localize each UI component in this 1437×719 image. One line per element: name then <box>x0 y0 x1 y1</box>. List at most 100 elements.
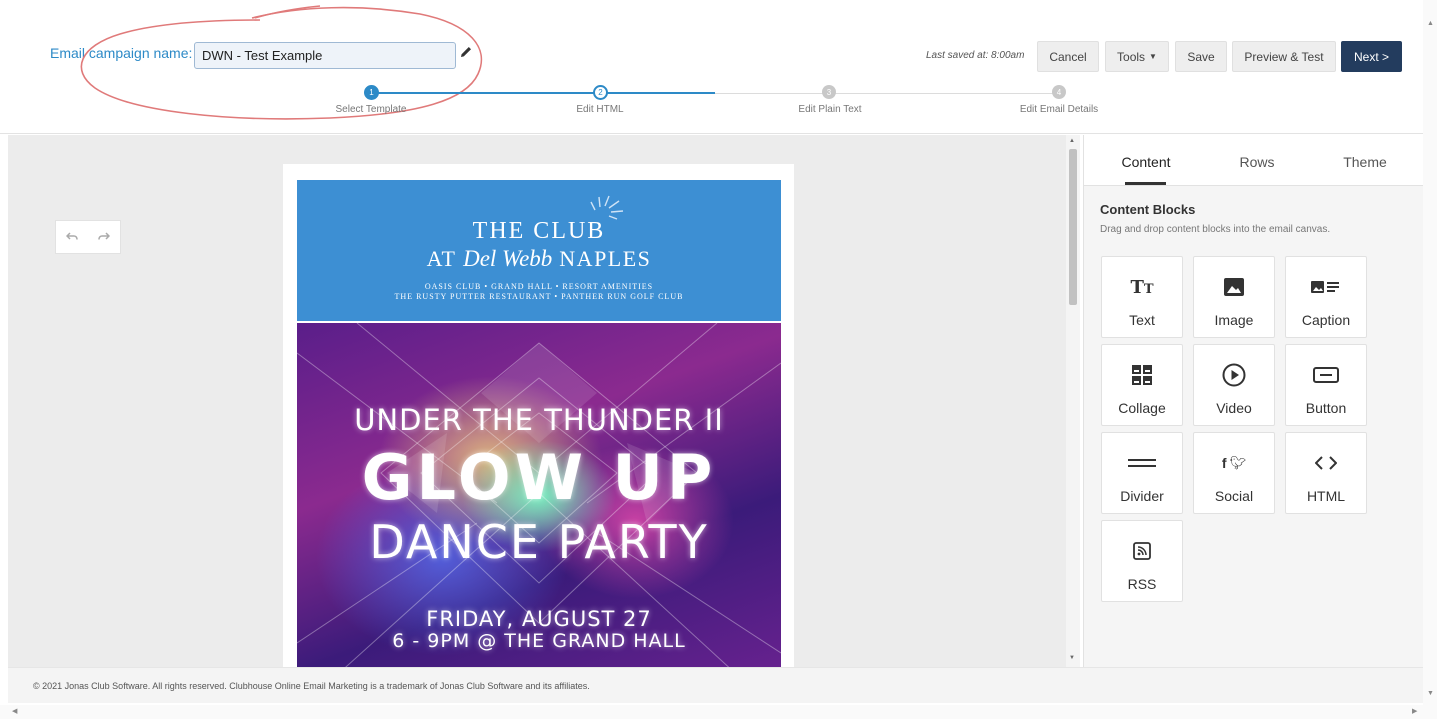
collage-icon <box>1102 363 1182 387</box>
block-button-label: Button <box>1305 400 1347 416</box>
block-collage[interactable]: Collage <box>1101 344 1183 426</box>
editor-header: Email campaign name: Last saved at: 8:00… <box>0 0 1437 134</box>
content-panel: Content Rows Theme Content Blocks Drag a… <box>1083 135 1424 667</box>
club-amenities-line2: THE RUSTY PUTTER RESTAURANT • PANTHER RU… <box>394 292 684 301</box>
social-icon: f 🐦︎ <box>1221 455 1247 471</box>
block-video[interactable]: Video <box>1193 344 1275 426</box>
content-blocks-description: Drag and drop content blocks into the em… <box>1100 224 1331 235</box>
club-header-banner[interactable]: THE CLUB AT Del Webb NAPLES OASIS CLUB •… <box>297 180 781 321</box>
video-icon <box>1194 363 1274 387</box>
event-subtitle: UNDER THE THUNDER II <box>354 403 724 437</box>
step-3-label: Edit Plain Text <box>798 104 862 115</box>
save-button[interactable]: Save <box>1175 41 1227 72</box>
content-blocks-title: Content Blocks <box>1100 202 1196 217</box>
page-scroll-left-icon[interactable]: ◀ <box>12 707 17 715</box>
email-canvas[interactable]: THE CLUB AT Del Webb NAPLES OASIS CLUB •… <box>8 135 1080 667</box>
campaign-name-input[interactable] <box>194 42 456 69</box>
undo-icon <box>66 232 78 240</box>
tab-theme[interactable]: Theme <box>1343 154 1387 170</box>
page-horizontal-scrollbar[interactable]: ◀ ▶ <box>0 705 1437 719</box>
step-4-label: Edit Email Details <box>1019 104 1099 115</box>
preview-test-button[interactable]: Preview & Test <box>1232 41 1336 72</box>
tools-dropdown-button[interactable]: Tools ▼ <box>1105 41 1169 72</box>
canvas-scrollbar-thumb[interactable] <box>1069 149 1077 305</box>
step-2-circle[interactable]: 2 <box>593 85 608 100</box>
step-1-label: Select Template <box>335 104 407 115</box>
block-html-label: HTML <box>1306 488 1346 504</box>
save-button-label: Save <box>1187 49 1215 64</box>
block-rss-label: RSS <box>1127 576 1157 592</box>
rss-icon <box>1102 539 1182 563</box>
cancel-button-label: Cancel <box>1049 49 1087 64</box>
step-1-circle[interactable]: 1 <box>364 85 379 100</box>
undo-redo-group <box>55 220 121 254</box>
page-scroll-right-icon[interactable]: ▶ <box>1412 707 1417 715</box>
block-rss[interactable]: RSS <box>1101 520 1183 602</box>
block-caption[interactable]: Caption <box>1285 256 1367 338</box>
club-name-line2: AT Del Webb NAPLES <box>297 246 781 272</box>
block-html[interactable]: HTML <box>1285 432 1367 514</box>
block-image[interactable]: Image <box>1193 256 1275 338</box>
undo-button[interactable] <box>56 221 88 253</box>
block-collage-label: Collage <box>1118 400 1166 416</box>
last-saved-text: Last saved at: 8:00am <box>926 50 1025 61</box>
step-connector-upcoming <box>715 93 1059 94</box>
club-amenities-line1: OASIS CLUB • GRAND HALL • RESORT AMENITI… <box>424 282 654 291</box>
block-caption-label: Caption <box>1301 312 1351 328</box>
del-webb-logo-text: Del Webb <box>463 246 553 271</box>
scroll-down-arrow-icon[interactable]: ▼ <box>1069 655 1075 661</box>
block-text[interactable]: TT Text <box>1101 256 1183 338</box>
step-4-number: 4 <box>1056 87 1062 97</box>
caret-down-icon: ▼ <box>1149 52 1157 61</box>
campaign-name-label: Email campaign name: <box>50 45 193 61</box>
scroll-up-arrow-icon[interactable]: ▲ <box>1069 138 1075 144</box>
copyright-text: © 2021 Jonas Club Software. All rights r… <box>33 681 590 691</box>
block-image-label: Image <box>1214 312 1254 328</box>
next-button[interactable]: Next > <box>1341 41 1402 72</box>
tools-button-label: Tools <box>1117 49 1146 64</box>
page-scroll-up-icon[interactable]: ▲ <box>1427 20 1434 27</box>
event-date: FRIDAY, AUGUST 27 <box>426 607 652 631</box>
club-name-suffix: NAPLES <box>559 246 652 271</box>
block-social-label: Social <box>1214 488 1254 504</box>
image-icon <box>1194 275 1274 299</box>
redo-button[interactable] <box>88 221 120 253</box>
panel-tabs: Content Rows Theme <box>1084 135 1424 186</box>
page-scroll-down-icon[interactable]: ▼ <box>1427 690 1434 697</box>
block-button[interactable]: Button <box>1285 344 1367 426</box>
page-footer: © 2021 Jonas Club Software. All rights r… <box>8 667 1430 703</box>
block-divider[interactable]: Divider <box>1101 432 1183 514</box>
event-title-secondary: DANCE PARTY <box>369 515 709 569</box>
email-preview[interactable]: THE CLUB AT Del Webb NAPLES OASIS CLUB •… <box>283 164 794 667</box>
block-social[interactable]: f 🐦︎ Social <box>1193 432 1275 514</box>
text-icon: TT <box>1130 276 1154 298</box>
redo-icon <box>98 232 110 240</box>
block-divider-label: Divider <box>1120 488 1164 504</box>
canvas-scrollbar[interactable]: ▲ ▼ <box>1066 135 1080 667</box>
block-video-label: Video <box>1216 400 1252 416</box>
step-connector-current <box>600 92 715 94</box>
step-2-label: Edit HTML <box>576 104 624 115</box>
pencil-icon[interactable] <box>459 45 473 59</box>
cancel-button[interactable]: Cancel <box>1037 41 1099 72</box>
next-button-label: Next > <box>1353 49 1389 64</box>
step-2-number: 2 <box>598 88 603 97</box>
step-3-number: 3 <box>826 87 832 97</box>
preview-test-button-label: Preview & Test <box>1244 49 1324 64</box>
button-icon <box>1286 363 1366 387</box>
tab-content[interactable]: Content <box>1121 154 1170 170</box>
club-name-prefix: AT <box>426 246 457 271</box>
event-time-location: 6 - 9PM @ THE GRAND HALL <box>392 630 686 652</box>
page-vertical-scrollbar[interactable]: ▲ ▼ <box>1423 0 1437 705</box>
event-flyer-image[interactable]: UNDER THE THUNDER II GLOW UP DANCE PARTY… <box>297 323 781 667</box>
step-3-circle[interactable]: 3 <box>822 85 836 99</box>
block-text-label: Text <box>1129 312 1155 328</box>
sunburst-logo-icon <box>590 195 624 220</box>
club-name-line1: THE CLUB <box>472 218 606 244</box>
active-tab-indicator <box>1125 182 1166 185</box>
divider-icon <box>1102 451 1182 475</box>
event-title: GLOW UP <box>361 441 717 514</box>
tab-rows[interactable]: Rows <box>1239 154 1274 170</box>
step-4-circle[interactable]: 4 <box>1052 85 1066 99</box>
caption-icon <box>1286 275 1366 299</box>
